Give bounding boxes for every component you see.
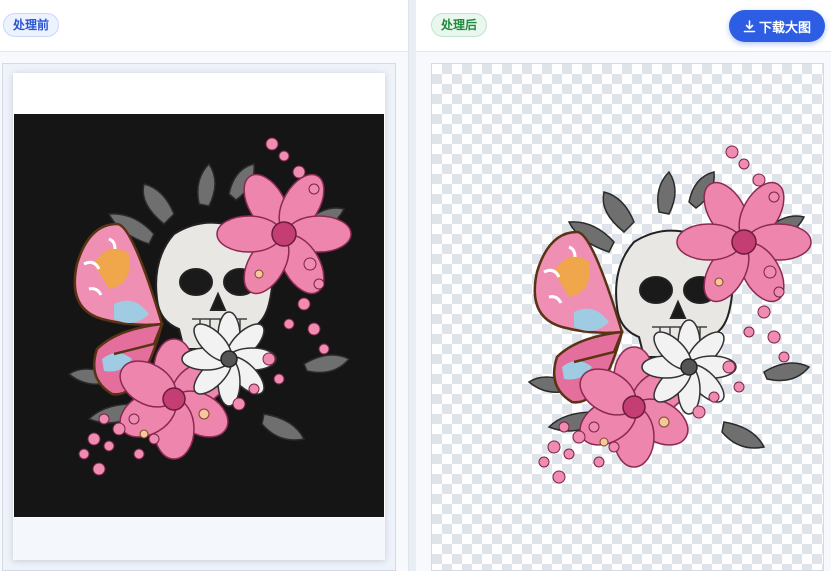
transparent-result-frame[interactable] bbox=[431, 63, 824, 571]
after-label: 处理后 bbox=[431, 13, 488, 37]
before-image-frame bbox=[2, 63, 396, 571]
panel-divider bbox=[408, 0, 416, 571]
download-full-image-button[interactable]: 下载大图 bbox=[729, 10, 825, 42]
before-image-card[interactable] bbox=[13, 73, 385, 560]
original-image bbox=[14, 114, 384, 517]
before-panel: 处理前 bbox=[0, 0, 408, 571]
download-icon bbox=[743, 19, 756, 33]
before-label: 处理前 bbox=[3, 13, 60, 37]
download-button-label: 下载大图 bbox=[758, 19, 811, 35]
before-header: 处理前 bbox=[0, 0, 408, 52]
skull-artwork-original bbox=[67, 137, 352, 476]
skull-artwork-cutout bbox=[527, 144, 813, 485]
after-header: 处理后 下载大图 bbox=[416, 0, 831, 52]
after-panel: 处理后 下载大图 bbox=[416, 0, 831, 571]
image-bottom-margin bbox=[13, 518, 385, 560]
